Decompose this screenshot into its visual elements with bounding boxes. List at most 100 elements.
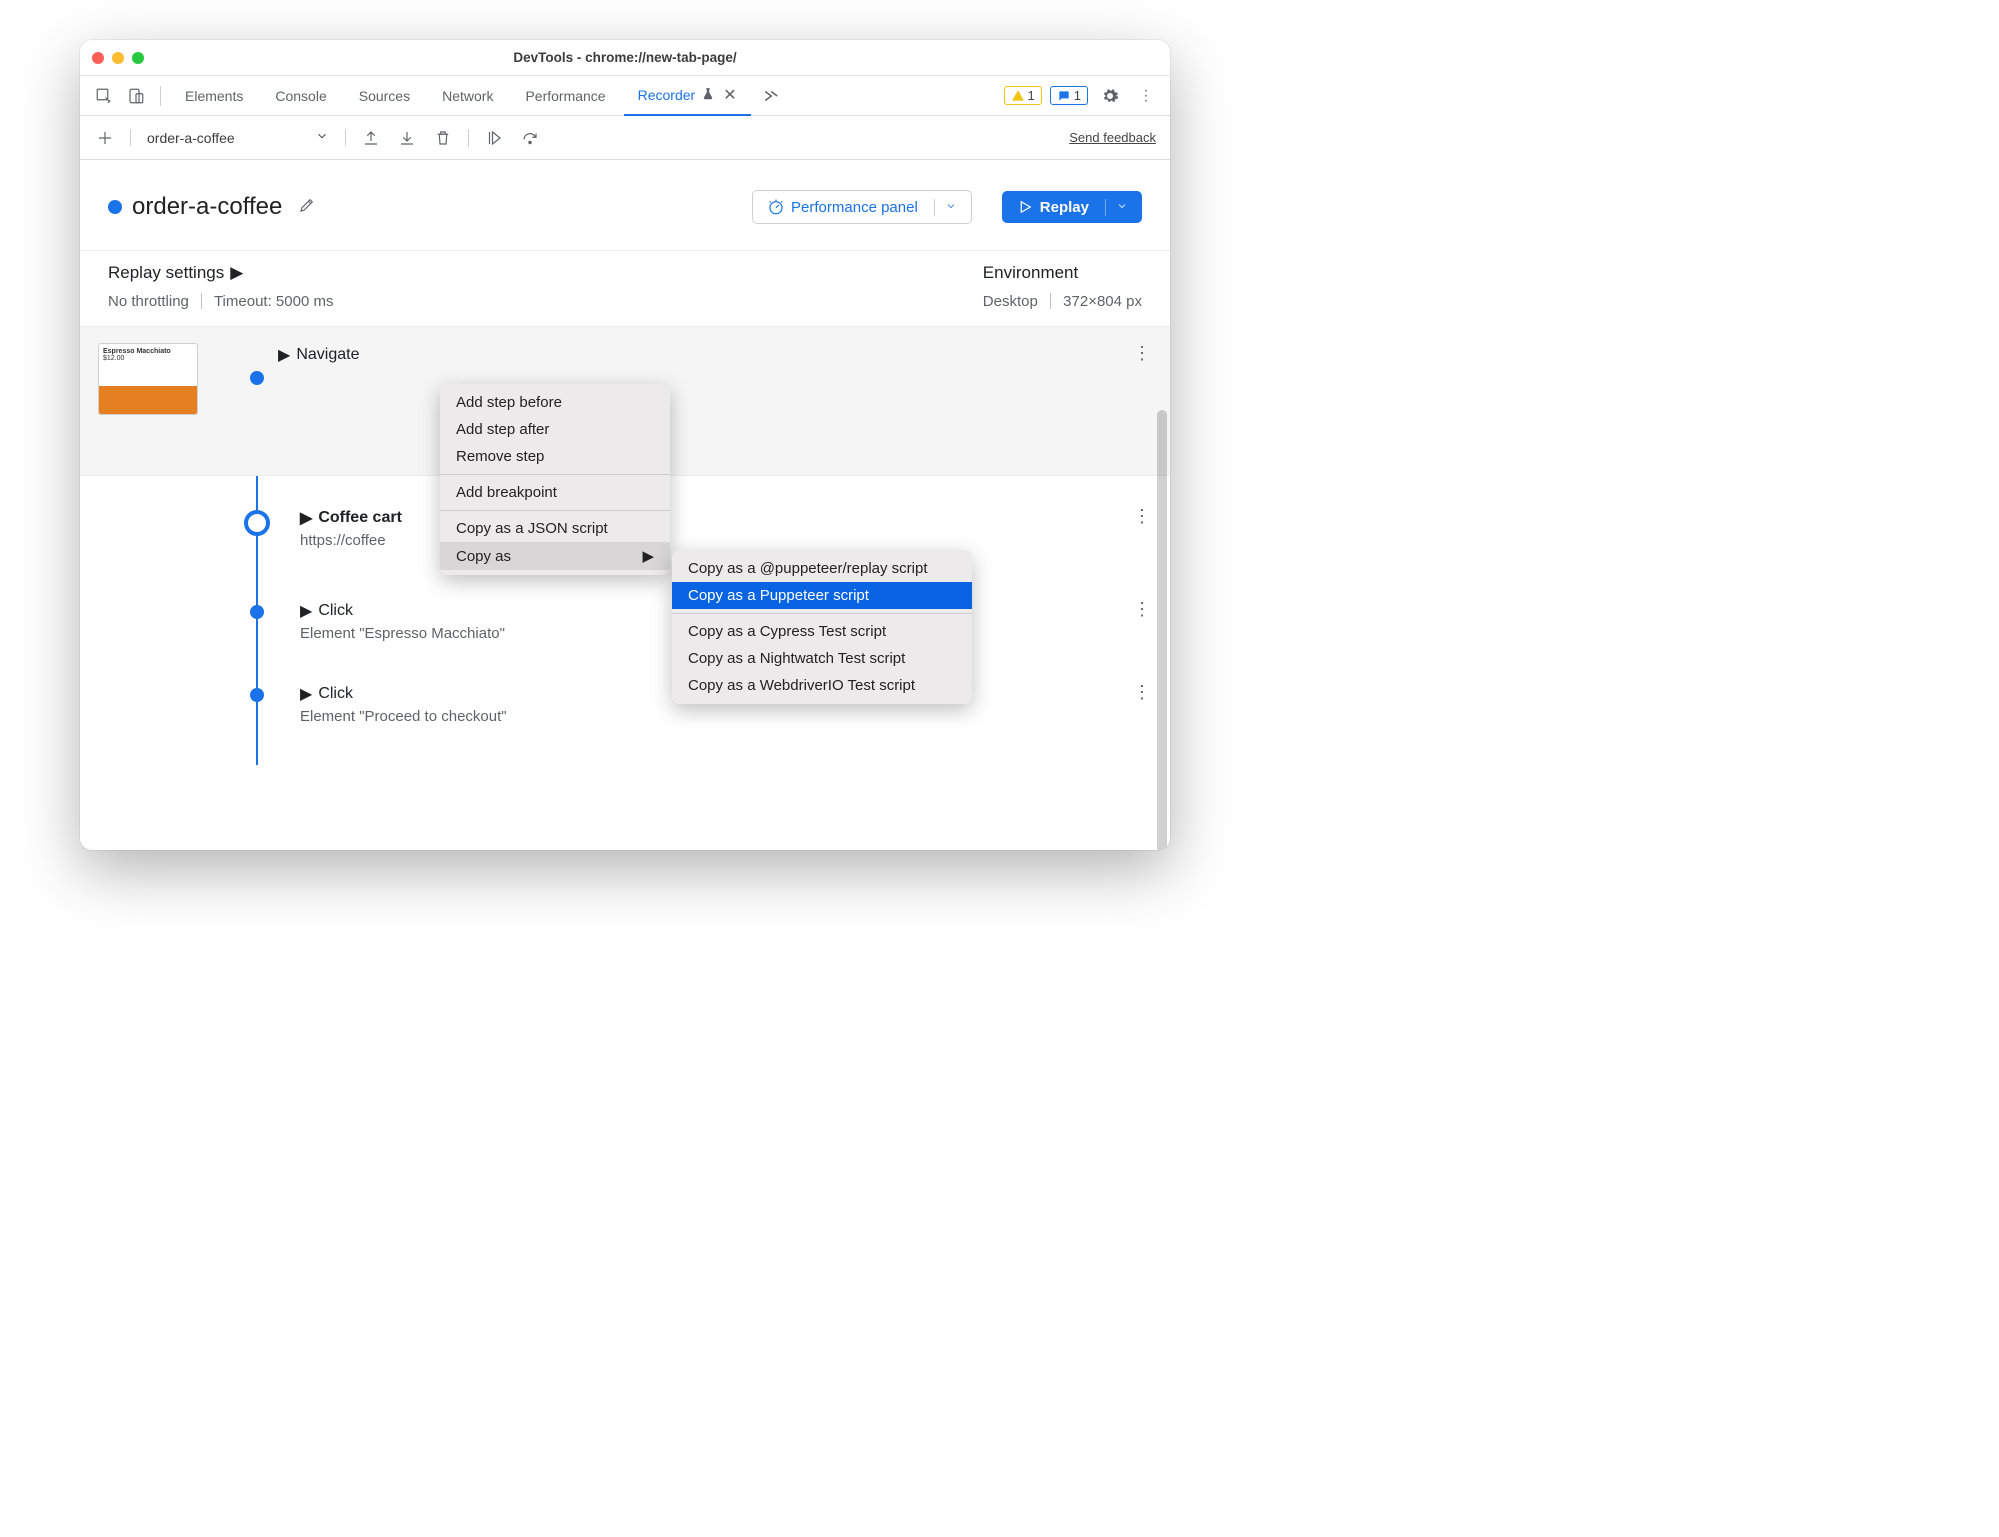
replay-button-label: Replay <box>1040 199 1089 216</box>
menu-add-step-after[interactable]: Add step after <box>440 416 670 443</box>
recording-title: order-a-coffee <box>132 193 282 221</box>
timeline-node <box>250 371 264 385</box>
recording-status-dot <box>108 200 122 214</box>
menu-add-step-before[interactable]: Add step before <box>440 389 670 416</box>
viewport-value: 372×804 px <box>1063 293 1142 310</box>
step-click-espresso[interactable]: ▶ Click Element "Espresso Macchiato" ⋮ <box>80 579 1170 662</box>
more-tabs-icon[interactable] <box>755 82 783 110</box>
replay-button[interactable]: Replay <box>1002 191 1142 223</box>
devtools-tabbar: Elements Console Sources Network Perform… <box>80 76 1170 116</box>
separator <box>201 293 202 309</box>
menu-copy-puppeteer[interactable]: Copy as a Puppeteer script <box>672 582 972 609</box>
expand-icon[interactable]: ▶ <box>278 345 290 365</box>
menu-remove-step[interactable]: Remove step <box>440 443 670 470</box>
separator <box>468 129 469 147</box>
delete-icon[interactable] <box>432 127 454 149</box>
expand-icon[interactable]: ▶ <box>300 684 312 704</box>
menu-add-breakpoint[interactable]: Add breakpoint <box>440 479 670 506</box>
step-subtitle: Element "Proceed to checkout" <box>300 708 507 725</box>
step-body: ▶ Click Element "Espresso Macchiato" <box>300 599 505 642</box>
menu-divider <box>672 613 972 614</box>
step-menu-icon[interactable]: ⋮ <box>1133 682 1150 703</box>
step-menu-icon[interactable]: ⋮ <box>1133 506 1150 527</box>
environment-label: Environment <box>983 263 1142 283</box>
performance-panel-button[interactable]: Performance panel <box>752 190 972 224</box>
chevron-right-icon: ▶ <box>230 263 243 283</box>
issues-badge[interactable]: 1 <box>1050 86 1088 105</box>
timeline-node <box>250 605 264 619</box>
menu-copy-as-label: Copy as <box>456 548 511 565</box>
step-subtitle: Element "Espresso Macchiato" <box>300 625 505 642</box>
settings-row: Replay settings ▶ No throttling Timeout:… <box>80 251 1170 326</box>
tab-console[interactable]: Console <box>261 76 340 116</box>
expand-icon[interactable]: ▶ <box>300 601 312 621</box>
replay-settings-label: Replay settings <box>108 263 224 283</box>
step-over-icon[interactable] <box>519 127 541 149</box>
edit-title-icon[interactable] <box>298 196 316 219</box>
replay-settings: Replay settings ▶ No throttling Timeout:… <box>108 263 333 310</box>
menu-copy-as[interactable]: Copy as ▶ <box>440 542 670 570</box>
warnings-count: 1 <box>1028 88 1035 103</box>
step-subtitle: https://coffee <box>300 532 402 549</box>
menu-copy-nightwatch[interactable]: Copy as a Nightwatch Test script <box>672 645 972 672</box>
step-thumbnail: Espresso Macchiato $12.00 <box>98 343 198 415</box>
chevron-down-icon[interactable] <box>934 199 957 216</box>
recording-select[interactable]: order-a-coffee <box>130 129 346 146</box>
send-feedback-link[interactable]: Send feedback <box>1069 130 1156 145</box>
step-label: Click <box>318 685 353 703</box>
device-toggle-icon[interactable] <box>122 82 150 110</box>
timeout-value: Timeout: 5000 ms <box>214 293 334 310</box>
more-menu-icon[interactable]: ⋮ <box>1132 82 1160 110</box>
tab-performance[interactable]: Performance <box>511 76 619 116</box>
chevron-right-icon: ▶ <box>642 547 654 565</box>
menu-divider <box>440 474 670 475</box>
environment-settings: Environment Desktop 372×804 px <box>983 263 1142 310</box>
menu-copy-json[interactable]: Copy as a JSON script <box>440 515 670 542</box>
close-tab-icon[interactable]: ✕ <box>723 85 736 105</box>
new-recording-icon[interactable] <box>94 127 116 149</box>
device-value: Desktop <box>983 293 1038 310</box>
step-context-menu: Add step before Add step after Remove st… <box>440 384 670 575</box>
expand-icon[interactable]: ▶ <box>300 508 312 528</box>
recording-header: order-a-coffee Performance panel Replay <box>80 160 1170 251</box>
timeline-node <box>250 688 264 702</box>
import-icon[interactable] <box>396 127 418 149</box>
issues-count: 1 <box>1074 88 1081 103</box>
copy-as-submenu: Copy as a @puppeteer/replay script Copy … <box>672 550 972 704</box>
steps-timeline: Espresso Macchiato $12.00 ▶ Navigate ⋮ ▶… <box>80 326 1170 765</box>
menu-copy-replay[interactable]: Copy as a @puppeteer/replay script <box>672 555 972 582</box>
step-body: ▶ Click Element "Proceed to checkout" <box>300 682 507 725</box>
step-menu-icon[interactable]: ⋮ <box>1133 599 1150 620</box>
thumb-title: Espresso Macchiato <box>103 348 193 355</box>
replay-settings-toggle[interactable]: Replay settings ▶ <box>108 263 333 283</box>
separator <box>160 86 161 106</box>
scrollbar[interactable] <box>1157 410 1167 850</box>
menu-copy-webdriverio[interactable]: Copy as a WebdriverIO Test script <box>672 672 972 699</box>
settings-gear-icon[interactable] <box>1096 82 1124 110</box>
export-icon[interactable] <box>360 127 382 149</box>
step-body: ▶ Navigate <box>278 343 359 365</box>
step-menu-icon[interactable]: ⋮ <box>1133 343 1150 364</box>
recording-name: order-a-coffee <box>147 130 235 146</box>
thumb-price: $12.00 <box>103 355 193 362</box>
menu-divider <box>440 510 670 511</box>
tab-sources[interactable]: Sources <box>345 76 424 116</box>
step-play-icon[interactable] <box>483 127 505 149</box>
tab-recorder[interactable]: Recorder ✕ <box>624 76 751 116</box>
performance-panel-label: Performance panel <box>791 199 918 216</box>
step-label: Click <box>318 602 353 620</box>
step-label: Coffee cart <box>318 509 402 527</box>
tab-network[interactable]: Network <box>428 76 507 116</box>
menu-copy-cypress[interactable]: Copy as a Cypress Test script <box>672 618 972 645</box>
tab-recorder-label: Recorder <box>638 87 696 103</box>
warnings-badge[interactable]: 1 <box>1004 86 1042 105</box>
tab-elements[interactable]: Elements <box>171 76 257 116</box>
devtools-window: DevTools - chrome://new-tab-page/ Elemen… <box>80 40 1170 850</box>
titlebar: DevTools - chrome://new-tab-page/ <box>80 40 1170 76</box>
flask-icon <box>701 87 715 104</box>
inspect-element-icon[interactable] <box>90 82 118 110</box>
step-click-checkout[interactable]: ▶ Click Element "Proceed to checkout" ⋮ <box>80 662 1170 745</box>
recorder-toolbar: order-a-coffee Send feedback <box>80 116 1170 160</box>
chevron-down-icon <box>315 129 329 146</box>
chevron-down-icon[interactable] <box>1105 199 1128 216</box>
